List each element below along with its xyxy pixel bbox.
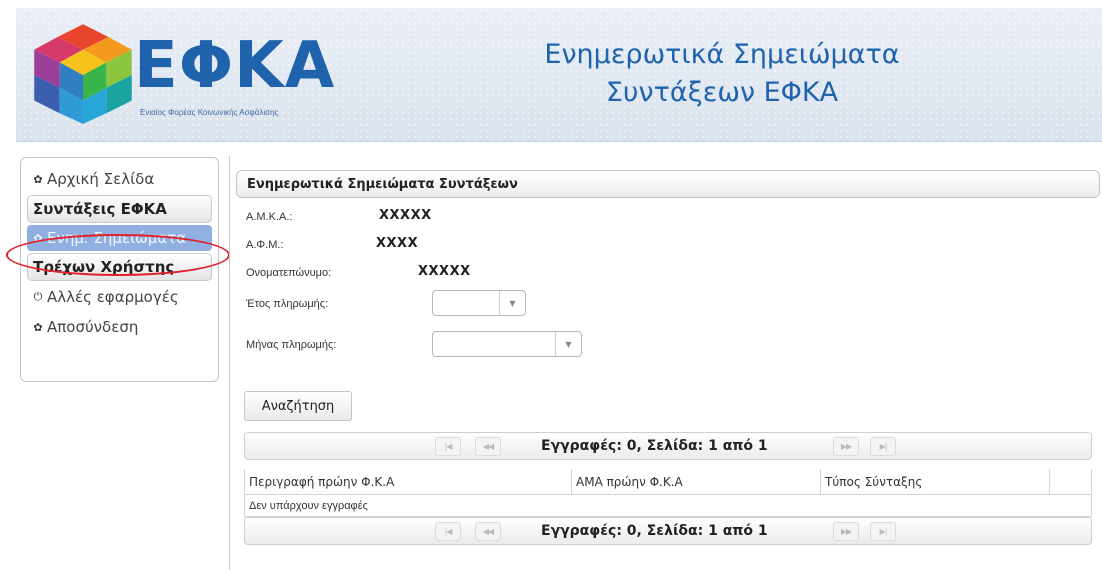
search-button[interactable]: Αναζήτηση: [244, 391, 352, 421]
fullname-label: Ονοματεπώνυμο:: [246, 267, 332, 279]
column-header-extra: [1050, 469, 1091, 494]
gear-icon: ✿: [33, 320, 43, 334]
payment-year-label: Έτος πληρωμής:: [246, 298, 329, 310]
sidebar-section-current-user[interactable]: Τρέχων Χρήστης: [27, 253, 212, 281]
page-title-line2: Συντάξεων ΕΦΚΑ: [605, 77, 839, 108]
efka-logo: ΕΦΚΑ Ενιαίος Φορέας Κοινωνικής Ασφάλισης: [30, 18, 360, 128]
column-header-description[interactable]: Περιγραφή πρώην Φ.Κ.Α: [245, 469, 572, 494]
gear-icon: ✿: [33, 231, 43, 245]
sidebar-section-pensions[interactable]: Συντάξεις ΕΦΚΑ: [27, 195, 212, 223]
sidebar-item-label: Αλλές εφαρμογές: [47, 288, 179, 306]
afm-label: Α.Φ.Μ.:: [246, 239, 284, 251]
next-page-icon[interactable]: ▶▶: [833, 522, 859, 541]
grid-header-row: Περιγραφή πρώην Φ.Κ.Α ΑΜΑ πρώην Φ.Κ.Α Τύ…: [244, 469, 1092, 495]
pager-status: Εγγραφές: 0, Σελίδα: 1 από 1: [541, 438, 768, 454]
page-header: ΕΦΚΑ Ενιαίος Φορέας Κοινωνικής Ασφάλισης…: [16, 8, 1102, 142]
sidebar-item-home[interactable]: ✿ Αρχική Σελίδα: [27, 164, 212, 194]
sidebar-item-logout[interactable]: ✿ Αποσύνδεση: [27, 312, 212, 342]
sidebar-item-notes[interactable]: ✿ Ενημ. Σημειώματα: [27, 225, 212, 251]
last-page-icon[interactable]: ▶|: [870, 522, 896, 541]
pager-top: |◀ ◀◀ Εγγραφές: 0, Σελίδα: 1 από 1 ▶▶ ▶|: [244, 432, 1092, 460]
page-title-line1: Ενημερωτικά Σημειώματα: [544, 39, 900, 70]
column-header-ama[interactable]: ΑΜΑ πρώην Φ.Κ.Α: [572, 469, 821, 494]
next-page-icon[interactable]: ▶▶: [833, 437, 859, 456]
amka-value: XXXXX: [379, 208, 432, 223]
afm-value: XXXX: [376, 236, 419, 251]
page-title: Ενημερωτικά Σημειώματα Συντάξεων ΕΦΚΑ: [512, 36, 932, 112]
logo-wordmark: ΕΦΚΑ: [134, 29, 336, 103]
sidebar-item-label: Ενημ. Σημειώματα: [47, 229, 187, 247]
sidebar-item-label: Αρχική Σελίδα: [47, 170, 155, 188]
chevron-down-icon[interactable]: ▼: [499, 291, 525, 315]
pager-bottom: |◀ ◀◀ Εγγραφές: 0, Σελίδα: 1 από 1 ▶▶ ▶|: [244, 517, 1092, 545]
logo-subtitle: Ενιαίος Φορέας Κοινωνικής Ασφάλισης: [140, 108, 279, 117]
payment-year-select[interactable]: ▼: [432, 290, 526, 316]
sidebar-menu: ✿ Αρχική Σελίδα Συντάξεις ΕΦΚΑ ✿ Ενημ. Σ…: [20, 157, 219, 382]
fullname-value: XXXXX: [418, 264, 471, 279]
content-divider: [229, 156, 230, 570]
payment-month-select[interactable]: ▼: [432, 331, 582, 357]
amka-label: Α.Μ.Κ.Α.:: [246, 211, 293, 223]
payment-month-label: Μήνας πληρωμής:: [246, 339, 337, 351]
gear-icon: ✿: [33, 172, 43, 186]
chevron-down-icon[interactable]: ▼: [555, 332, 581, 356]
prev-page-icon[interactable]: ◀◀: [475, 437, 501, 456]
column-header-pension-type[interactable]: Τύπος Σύνταξης: [821, 469, 1050, 494]
first-page-icon[interactable]: |◀: [435, 437, 461, 456]
prev-page-icon[interactable]: ◀◀: [475, 522, 501, 541]
results-grid: |◀ ◀◀ Εγγραφές: 0, Σελίδα: 1 από 1 ▶▶ ▶|…: [244, 432, 1092, 570]
panel-title: Ενημερωτικά Σημειώματα Συντάξεων: [236, 170, 1100, 198]
pager-status: Εγγραφές: 0, Σελίδα: 1 από 1: [541, 523, 768, 539]
efka-cube-logo-icon: [34, 24, 132, 124]
sidebar-item-label: Αποσύνδεση: [47, 318, 139, 336]
power-icon: ⏻: [33, 290, 43, 303]
empty-message: Δεν υπάρχουν εγγραφές: [244, 495, 1092, 517]
first-page-icon[interactable]: |◀: [435, 522, 461, 541]
last-page-icon[interactable]: ▶|: [870, 437, 896, 456]
sidebar-item-other-apps[interactable]: ⏻ Αλλές εφαρμογές: [27, 282, 212, 312]
